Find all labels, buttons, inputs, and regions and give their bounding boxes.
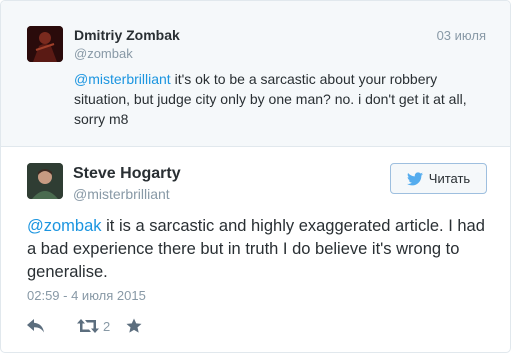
- retweet-count: 2: [103, 318, 111, 334]
- follow-button[interactable]: Читать: [390, 163, 487, 194]
- author-handle[interactable]: @misterbrilliant: [73, 186, 170, 202]
- parent-mention-link[interactable]: @misterbrilliant: [74, 71, 171, 87]
- reply-button[interactable]: [27, 319, 45, 333]
- twitter-bird-icon: [406, 171, 423, 185]
- parent-tweet[interactable]: Dmitriy Zombak @zombak 03 июля @misterbr…: [1, 1, 510, 147]
- parent-author-name[interactable]: Dmitriy Zombak: [74, 27, 180, 43]
- retweet-icon: [77, 319, 99, 333]
- reply-icon: [27, 319, 44, 333]
- mention-link[interactable]: @zombak: [27, 217, 102, 235]
- tweet-timestamp[interactable]: 02:59 - 4 июля 2015: [27, 288, 146, 303]
- parent-tweet-text: @misterbrilliant it's ok to be a sarcast…: [74, 69, 494, 129]
- follow-button-label: Читать: [428, 171, 471, 186]
- tweet-text: @zombak it is a sarcastic and highly exa…: [27, 215, 497, 284]
- author-avatar[interactable]: [27, 163, 63, 199]
- author-name[interactable]: Steve Hogarty: [73, 165, 181, 183]
- retweet-button[interactable]: 2: [77, 319, 110, 334]
- star-icon: [126, 318, 142, 333]
- parent-tweet-date[interactable]: 03 июля: [437, 28, 486, 43]
- parent-author-handle[interactable]: @zombak: [74, 46, 133, 61]
- favorite-button[interactable]: [110, 318, 142, 334]
- parent-author-avatar[interactable]: [27, 26, 63, 62]
- tweet-actions: 2: [27, 317, 142, 335]
- embedded-tweet-card: Dmitriy Zombak @zombak 03 июля @misterbr…: [0, 0, 511, 353]
